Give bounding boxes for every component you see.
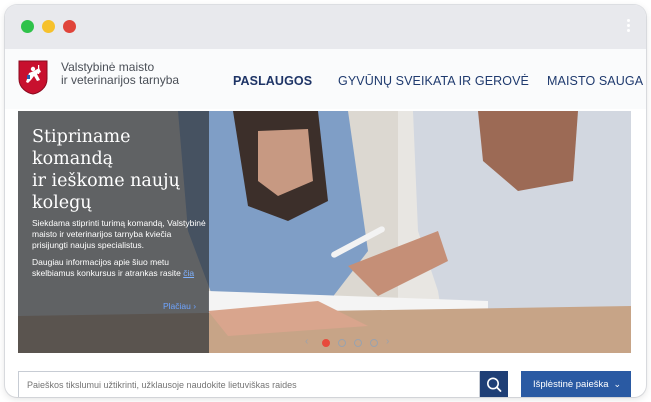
lithuania-coat-of-arms-icon[interactable]: [17, 59, 49, 95]
nav-item-maisto-sauga[interactable]: MAISTO SAUGA: [547, 74, 643, 88]
search-input[interactable]: [18, 371, 480, 397]
search-icon: [487, 377, 502, 392]
search-button[interactable]: [480, 371, 508, 397]
window-maximize-button[interactable]: [63, 20, 76, 33]
hero-link-here[interactable]: čia: [183, 268, 194, 278]
hero-title-line-2: ir ieškome naujų: [32, 171, 180, 191]
chevron-down-icon: ⌄: [613, 379, 621, 389]
window-minimize-button[interactable]: [42, 20, 55, 33]
search-bar: Išplėstinė paieška ⌄: [18, 371, 631, 397]
hero-title-line-1: Stipriname komandą: [32, 127, 131, 169]
advanced-search-label: Išplėstinė paieška: [533, 379, 609, 390]
hero-title: Stipriname komandą ir ieškome naujų kole…: [32, 126, 207, 214]
brand-line-2: ir veterinarijos tarnyba: [61, 73, 180, 87]
read-more-link[interactable]: Plačiau ›: [163, 301, 196, 311]
nav-item-paslaugos[interactable]: PASLAUGOS: [233, 74, 312, 88]
hero-text-panel: Stipriname komandą ir ieškome naujų kole…: [18, 111, 209, 353]
advanced-search-button[interactable]: Išplėstinė paieška ⌄: [521, 371, 631, 397]
hero-paragraph-1: Siekdama stiprinti turimą komandą, Valst…: [32, 218, 206, 250]
browser-chrome: [5, 5, 646, 49]
carousel-next-icon[interactable]: ›: [386, 336, 389, 347]
hero-carousel: Stipriname komandą ir ieškome naujų kole…: [18, 111, 631, 353]
site-header: Valstybinė maisto ir veterinarijos tarny…: [5, 49, 646, 109]
window-close-button[interactable]: [21, 20, 34, 33]
carousel-dot-1[interactable]: [322, 339, 330, 347]
browser-window: Valstybinė maisto ir veterinarijos tarny…: [5, 5, 646, 397]
carousel-dot-3[interactable]: [354, 339, 362, 347]
hero-title-line-3: kolegų: [32, 193, 92, 213]
carousel-dot-4[interactable]: [370, 339, 378, 347]
carousel-prev-icon[interactable]: ‹: [305, 336, 308, 347]
kebab-menu-icon[interactable]: [624, 17, 632, 37]
hero-paragraph-2-text: Daugiau informacijos apie šiuo metu skel…: [32, 257, 181, 278]
nav-item-gyvunu-sveikata[interactable]: GYVŪNŲ SVEIKATA IR GEROVĖ: [338, 74, 529, 88]
carousel-pagination: ‹ ›: [18, 336, 631, 349]
hero-paragraph-2: Daugiau informacijos apie šiuo metu skel…: [32, 257, 207, 279]
carousel-dot-2[interactable]: [338, 339, 346, 347]
brand-name[interactable]: Valstybinė maisto ir veterinarijos tarny…: [61, 61, 179, 87]
